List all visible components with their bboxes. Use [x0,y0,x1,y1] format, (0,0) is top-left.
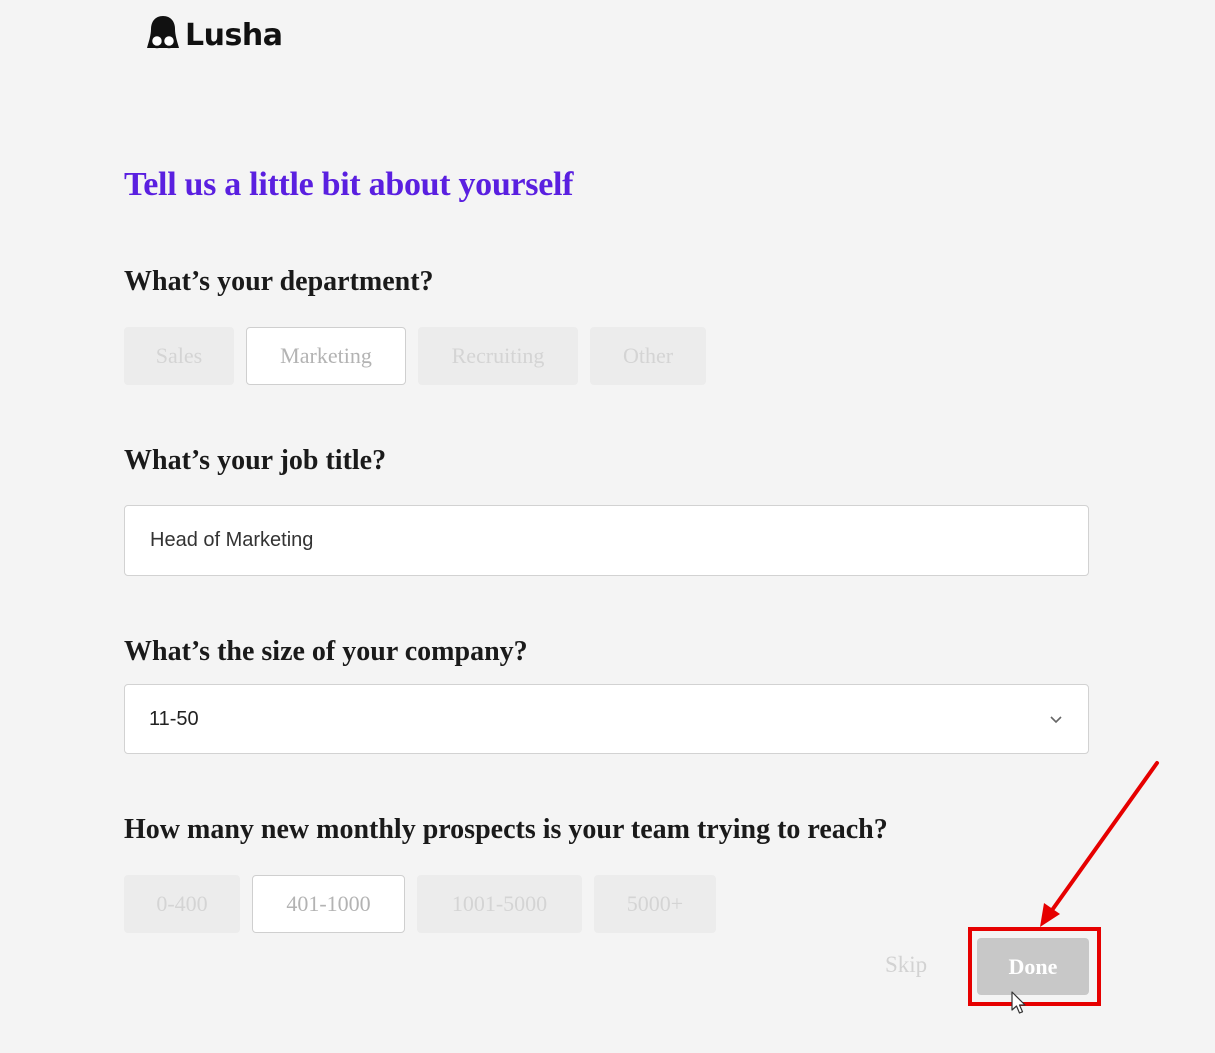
department-options: Sales Marketing Recruiting Other [124,327,706,385]
company-size-value: 11-50 [149,707,199,730]
prospects-option-0-400[interactable]: 0-400 [124,875,240,933]
mouse-cursor-icon [1011,991,1026,1014]
lusha-logo[interactable]: Lusha [147,14,283,57]
prospects-options: 0-400 401-1000 1001-5000 5000+ [124,875,716,933]
department-option-other[interactable]: Other [590,327,706,385]
done-highlight-box [968,927,1101,1006]
department-option-marketing[interactable]: Marketing [246,327,406,385]
department-option-sales[interactable]: Sales [124,327,234,385]
prospects-question: How many new monthly prospects is your t… [124,814,888,845]
job-title-question: What’s your job title? [124,445,387,476]
chevron-down-icon [1048,711,1064,727]
job-title-input[interactable] [124,505,1089,576]
prospects-option-401-1000[interactable]: 401-1000 [252,875,405,933]
department-option-recruiting[interactable]: Recruiting [418,327,578,385]
company-size-question: What’s the size of your company? [124,636,528,667]
skip-link[interactable]: Skip [885,952,927,978]
brand-name: Lusha [185,18,283,53]
lusha-glasses-logo-icon [147,14,179,57]
page-headline: Tell us a little bit about yourself [124,166,574,203]
prospects-option-1001-5000[interactable]: 1001-5000 [417,875,582,933]
company-size-select[interactable]: 11-50 [124,684,1089,754]
prospects-option-5000-plus[interactable]: 5000+ [594,875,716,933]
department-question: What’s your department? [124,266,434,297]
